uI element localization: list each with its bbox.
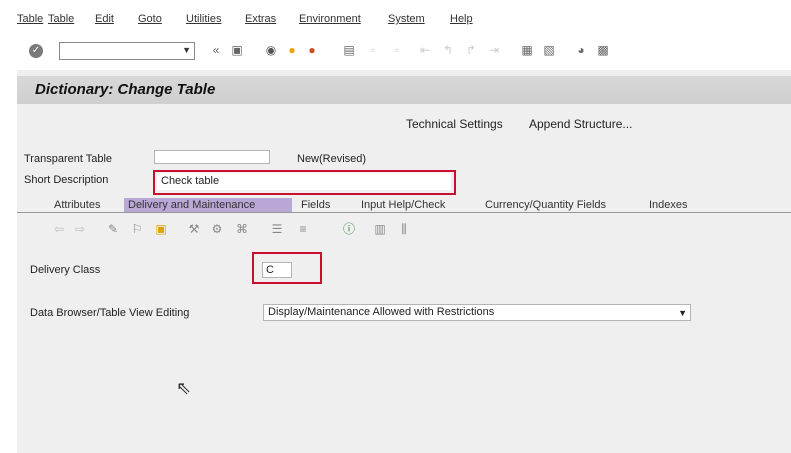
append-structure-button[interactable]: Append Structure... (529, 117, 632, 131)
info-icon[interactable]: ⓘ (342, 222, 356, 236)
menu-item-extras[interactable]: Extras (245, 13, 276, 25)
other-object-icon[interactable]: ▣ (154, 222, 168, 236)
chevron-down-icon[interactable]: ▼ (182, 45, 191, 55)
tab-fields[interactable]: Fields (297, 198, 334, 212)
status-text: New(Revised) (297, 153, 367, 165)
hierarchy-icon[interactable]: ☰ (270, 222, 284, 236)
data-browser-value: Display/Maintenance Allowed with Restric… (268, 306, 495, 318)
cancel-icon[interactable]: ● (305, 43, 319, 57)
back-icon[interactable]: ◉ (264, 43, 278, 57)
short-description-highlight (153, 170, 456, 195)
tab-attributes[interactable]: Attributes (50, 198, 104, 212)
activate-icon[interactable]: ⚙ (210, 222, 224, 236)
find-icon[interactable]: ▫ (366, 43, 380, 57)
menu-item-environment[interactable]: Environment (299, 13, 361, 25)
next-page-icon[interactable]: ↱ (464, 43, 478, 57)
application-toolbar: ⇦ ⇨ ✎ ⚐ ▣ ⚒ ⚙ ⌘ ☰ ≡ ⓘ ▥ ⫼ (17, 108, 791, 236)
menu-item-utilities[interactable]: Utilities (186, 13, 221, 25)
chevron-down-icon[interactable]: ▼ (678, 306, 687, 321)
previous-page-icon[interactable]: ↰ (441, 43, 455, 57)
menu-item-table[interactable]: Table (17, 13, 43, 25)
last-page-icon[interactable]: ⇥ (487, 43, 501, 57)
technical-settings-button[interactable]: Technical Settings (406, 117, 503, 131)
columns-icon[interactable]: ⫼ (397, 222, 411, 236)
menu-item-system[interactable]: System (388, 13, 425, 25)
tab-input-help-check[interactable]: Input Help/Check (357, 198, 449, 212)
find-next-icon[interactable]: ▫ (390, 43, 404, 57)
arrow-right-icon[interactable]: ⇨ (73, 222, 87, 236)
save-icon[interactable]: ▣ (230, 43, 244, 57)
short-description-label: Short Description (24, 174, 109, 186)
menu-item-table-2[interactable]: Table (48, 13, 74, 25)
table-name-field[interactable] (154, 150, 270, 164)
delivery-class-label: Delivery Class (30, 264, 101, 276)
tab-currency-quantity-fields[interactable]: Currency/Quantity Fields (481, 198, 610, 212)
data-browser-label: Data Browser/Table View Editing (30, 307, 190, 319)
command-field[interactable]: ▼ (59, 42, 195, 60)
first-page-icon[interactable]: ⇤ (418, 43, 432, 57)
data-browser-dropdown[interactable]: Display/Maintenance Allowed with Restric… (263, 304, 691, 321)
object-list-icon[interactable]: ≡ (296, 222, 310, 236)
tab-delivery-and-maintenance[interactable]: Delivery and Maintenance (124, 198, 292, 212)
customize-layout-icon[interactable]: ▩ (596, 43, 610, 57)
display-change-icon[interactable]: ✎ (106, 222, 120, 236)
active-inactive-icon[interactable]: ⚐ (130, 222, 144, 236)
arrow-left-icon[interactable]: ⇦ (52, 222, 66, 236)
shortcut-icon[interactable]: ▧ (542, 43, 556, 57)
menu-item-edit[interactable]: Edit (95, 13, 114, 25)
where-used-icon[interactable]: ⌘ (235, 222, 249, 236)
tab-divider (17, 212, 791, 213)
menu-item-help[interactable]: Help (450, 13, 473, 25)
create-session-icon[interactable]: ▦ (520, 43, 534, 57)
back-nav-icon[interactable]: « (209, 43, 223, 57)
check-icon[interactable]: ⚒ (187, 222, 201, 236)
page-title: Dictionary: Change Table (35, 81, 216, 98)
tab-indexes[interactable]: Indexes (645, 198, 692, 212)
menu-bar: Table Table Edit Goto Utilities Extras E… (0, 0, 791, 36)
exit-icon[interactable]: ● (285, 43, 299, 57)
help-icon[interactable]: ◕ (574, 43, 588, 57)
enter-icon[interactable]: ✓ (29, 44, 43, 58)
print-icon[interactable]: ▤ (342, 43, 356, 57)
transparent-table-label: Transparent Table (24, 153, 113, 165)
graphic-icon[interactable]: ▥ (373, 222, 387, 236)
menu-item-goto[interactable]: Goto (138, 13, 162, 25)
delivery-class-highlight (252, 252, 322, 284)
mouse-pointer-icon: ⇖ (176, 378, 192, 398)
